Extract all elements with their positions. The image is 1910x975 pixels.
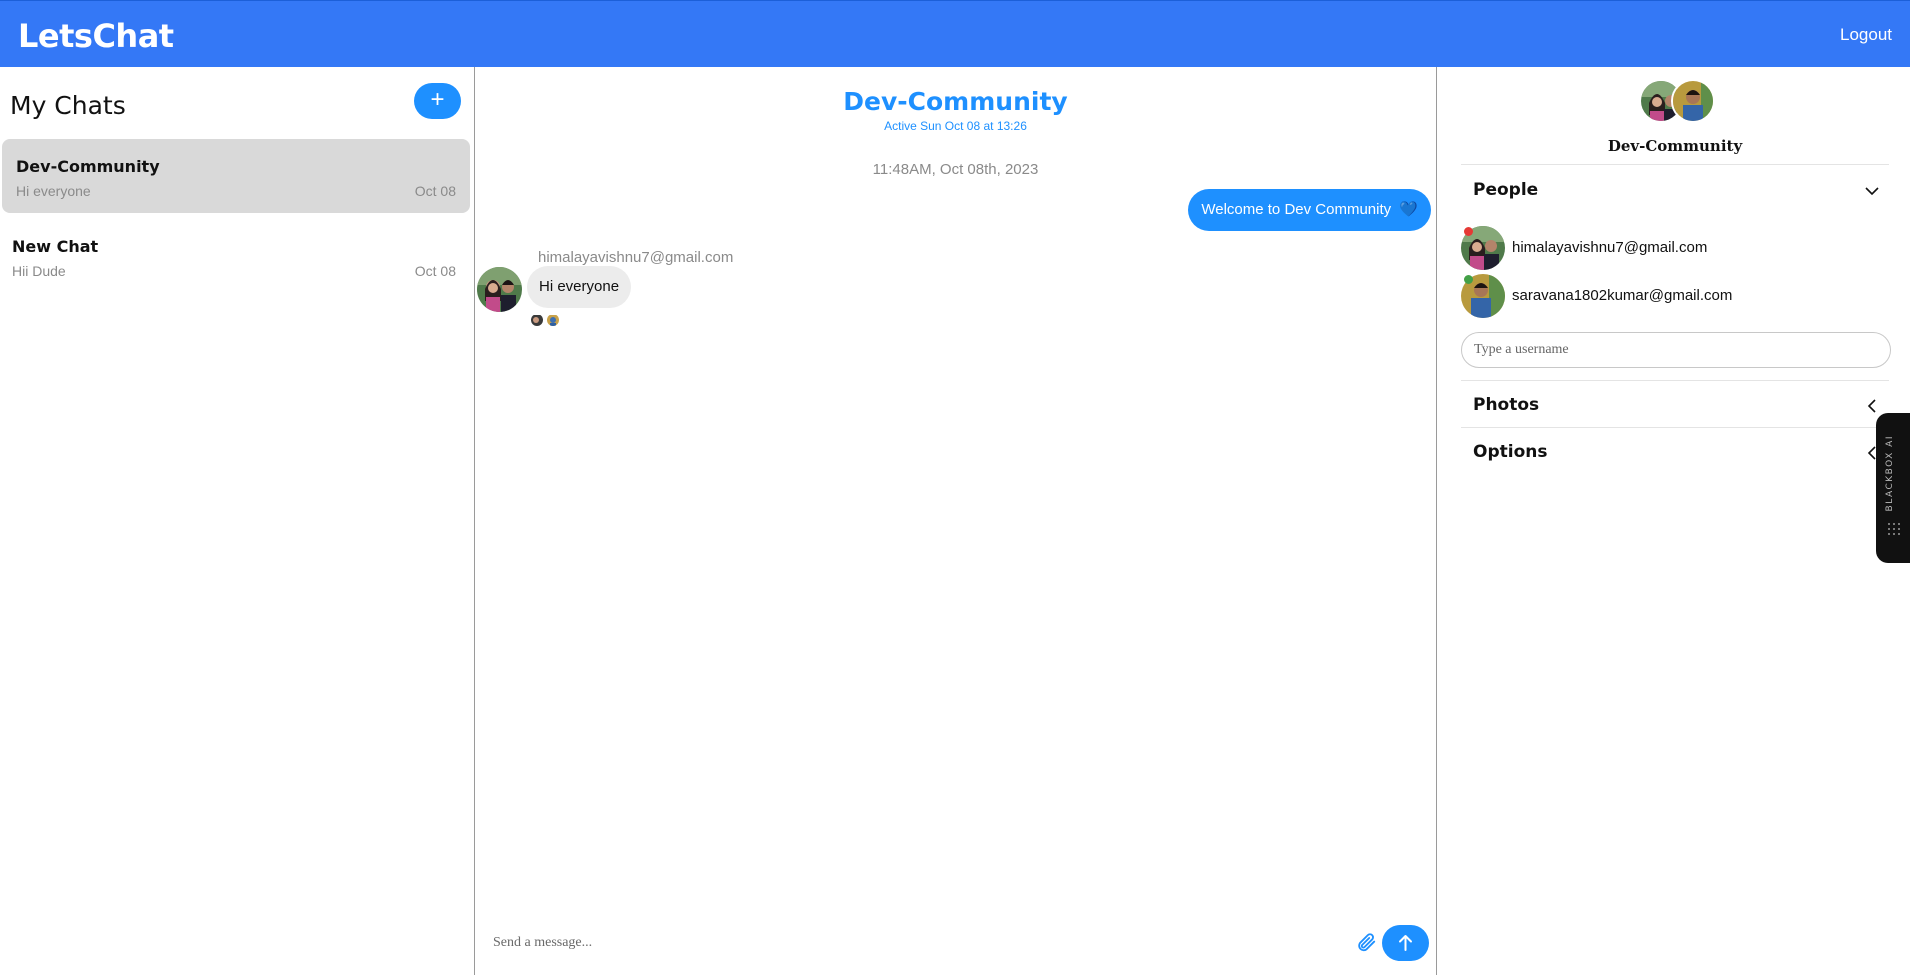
conversation-status: Active Sun Oct 08 at 13:26 [884,119,1027,133]
conversation-title[interactable]: Dev-Community [475,87,1436,116]
chat-list-item[interactable]: New Chat Hii Dude Oct 08 [0,219,468,293]
message-timestamp: 11:48AM, Oct 08th, 2023 [872,161,1039,178]
divider [1461,427,1889,428]
person-email[interactable]: saravana1802kumar@gmail.com [1512,287,1732,304]
chevron-left-icon[interactable] [1864,398,1880,414]
offline-status-dot [1464,227,1473,236]
avatar [477,267,522,312]
send-button[interactable] [1382,925,1429,961]
add-username-input[interactable] [1461,332,1891,368]
message-sender: himalayavishnu7@gmail.com [538,249,734,266]
divider [1461,164,1889,165]
read-receipt-avatar [531,314,543,326]
chat-preview: Hi everyone [16,183,91,199]
chat-name: Dev-Community [16,157,160,176]
chat-name: New Chat [12,237,99,256]
chat-date: Oct 08 [414,183,456,199]
chat-preview: Hii Dude [12,263,66,279]
blackbox-ai-tab[interactable]: BLACKBOX AI [1876,413,1910,563]
options-section-header[interactable]: Options [1473,442,1547,462]
divider [1461,380,1889,381]
chat-list-panel: My Chats + Dev-Community Hi everyone Oct… [0,67,475,975]
new-chat-button[interactable]: + [414,83,461,119]
online-status-dot [1464,275,1473,284]
incoming-message: Hi everyone [527,266,632,308]
paperclip-icon[interactable] [1355,931,1377,953]
chat-list-title: My Chats [10,91,126,120]
chat-date: Oct 08 [414,263,456,279]
chat-list-item[interactable]: Dev-Community Hi everyone Oct 08 [2,139,470,213]
group-member-avatar [1671,79,1715,123]
blue-heart-icon: 💙 [1399,201,1418,218]
plus-icon: + [430,86,445,113]
photos-section-header[interactable]: Photos [1473,395,1539,415]
read-receipt-avatar [547,314,559,326]
arrow-up-icon [1399,935,1412,951]
outgoing-message: Welcome to Dev Community 💙 [1188,189,1431,231]
logout-button[interactable]: Logout [1840,25,1892,45]
chevron-down-icon[interactable] [1864,183,1880,199]
conversation-panel: Dev-Community Active Sun Oct 08 at 13:26… [475,67,1437,975]
app-brand: LetsChat [18,17,174,55]
dots-logo-icon [1888,523,1900,535]
people-section-header[interactable]: People [1473,180,1538,200]
person-email[interactable]: himalayavishnu7@gmail.com [1512,239,1707,256]
message-input[interactable] [491,929,1295,957]
chat-details-panel: Dev-Community People himalayavishnu7@gma… [1437,67,1910,975]
group-name: Dev-Community [1607,137,1743,155]
message-text: Welcome to Dev Community [1201,201,1392,218]
blackbox-ai-label: BLACKBOX AI [1885,435,1895,512]
app-header: LetsChat Logout [0,0,1910,67]
